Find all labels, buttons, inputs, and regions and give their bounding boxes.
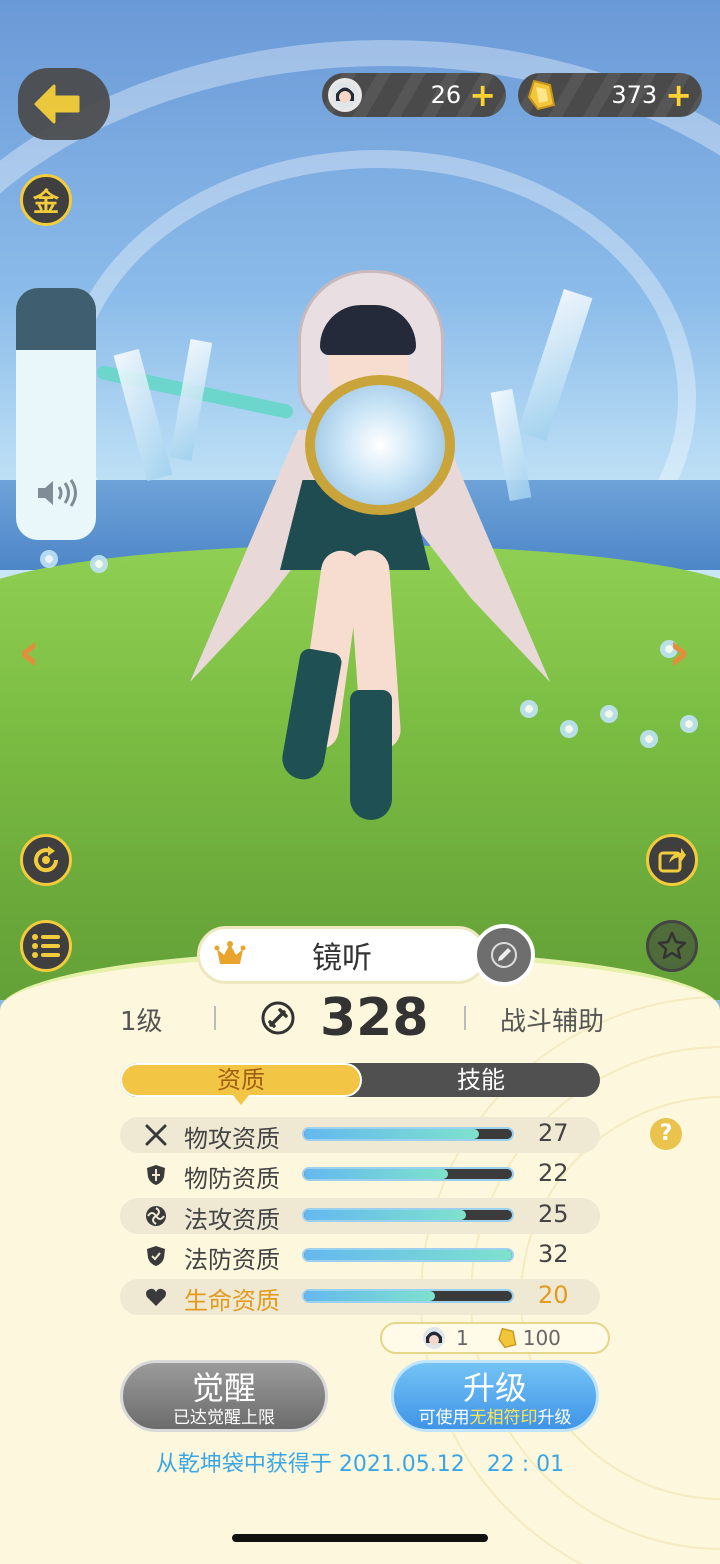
attribute-value: 20 <box>538 1281 569 1309</box>
combat-power: 328 <box>320 988 429 1048</box>
share-button[interactable] <box>646 834 698 886</box>
shield-icon <box>147 1246 165 1266</box>
boot <box>350 690 392 820</box>
attribute-bar-fill <box>304 1210 467 1220</box>
divider <box>464 1006 466 1030</box>
token-count: 26 <box>430 81 462 109</box>
list-icon <box>32 934 60 958</box>
flower <box>640 730 658 748</box>
prev-character-arrow-icon[interactable]: ‹ <box>18 620 40 683</box>
avatar-token-icon <box>328 78 362 112</box>
attribute-row: 法攻资质 25 <box>120 1198 600 1234</box>
attribute-bar <box>302 1208 514 1222</box>
favorite-button[interactable] <box>646 920 698 972</box>
token-cost: 1 <box>456 1326 469 1350</box>
character-scene <box>0 0 720 1000</box>
character-model[interactable] <box>95 250 593 850</box>
flower <box>600 705 618 723</box>
back-arrow-icon <box>34 84 80 124</box>
attribute-value: 27 <box>538 1119 569 1147</box>
attribute-bar-fill <box>304 1250 512 1260</box>
awaken-button[interactable]: 觉醒 已达觉醒上限 <box>120 1360 328 1432</box>
flower <box>90 555 108 573</box>
gold-ingot-icon <box>524 78 558 112</box>
attribute-row: 物防资质 22 <box>120 1157 600 1193</box>
edit-icon <box>491 942 517 968</box>
upgrade-cost: 1 100 <box>380 1322 610 1354</box>
flower <box>680 715 698 733</box>
character-name-box: 镜听 <box>197 926 487 984</box>
crystal-shard <box>517 289 593 441</box>
upgrade-sub-pre: 可使用 <box>418 1408 470 1428</box>
awaken-subtitle: 已达觉醒上限 <box>173 1408 275 1428</box>
speaker-icon <box>34 477 80 516</box>
crown-icon <box>214 941 246 964</box>
help-button[interactable]: ? <box>650 1118 682 1150</box>
attribute-bar-fill <box>304 1169 448 1179</box>
upgrade-title: 升级 <box>462 1369 527 1407</box>
share-icon <box>658 848 686 873</box>
combat-power-icon <box>261 1001 295 1035</box>
attribute-bar <box>302 1289 514 1303</box>
home-indicator[interactable] <box>232 1534 488 1542</box>
divider <box>214 1006 216 1030</box>
attribute-bar <box>302 1127 514 1141</box>
attribute-value: 32 <box>538 1240 569 1268</box>
avatar-token-icon <box>423 1327 445 1349</box>
attribute-bar <box>302 1167 514 1181</box>
attribute-bar <box>302 1248 514 1262</box>
attribute-value: 22 <box>538 1159 569 1187</box>
attribute-row: 物攻资质 27 <box>120 1117 600 1153</box>
rotate-icon <box>34 846 59 873</box>
swords-icon <box>145 1124 167 1146</box>
attribute-label: 法攻资质 <box>184 1206 280 1234</box>
rename-button[interactable] <box>473 924 535 986</box>
gold-button[interactable]: 金 <box>20 174 72 226</box>
gold-char-icon: 金 <box>32 187 59 218</box>
character-role: 战斗辅助 <box>500 1007 605 1037</box>
gold-count: 373 <box>611 81 658 109</box>
tab-skills[interactable]: 技能 <box>362 1063 600 1097</box>
attribute-row: 生命资质 20 <box>120 1279 600 1315</box>
attribute-label: 物攻资质 <box>184 1125 280 1153</box>
flower <box>40 550 58 568</box>
attribute-label: 法防资质 <box>184 1246 280 1274</box>
upgrade-sub-item: 无相符印 <box>469 1408 538 1428</box>
upgrade-subtitle: 可使用无相符印升级 <box>394 1407 596 1429</box>
token-currency[interactable]: 26 + <box>322 73 506 117</box>
attribute-bar-fill <box>304 1129 479 1139</box>
obtained-info: 从乾坤袋中获得于 2021.05.12 22 : 01 <box>155 1452 565 1477</box>
mirror <box>305 375 455 515</box>
upgrade-sub-post: 升级 <box>537 1408 572 1428</box>
gold-cost: 100 <box>522 1326 561 1350</box>
list-button[interactable] <box>20 920 72 972</box>
add-gold-button[interactable]: + <box>665 79 692 111</box>
attribute-value: 25 <box>538 1200 569 1228</box>
attribute-row: 法防资质 32 <box>120 1238 600 1274</box>
back-button[interactable] <box>18 68 110 140</box>
attribute-bar-fill <box>304 1291 436 1301</box>
tab-aptitude[interactable]: 资质 <box>120 1063 362 1105</box>
awaken-title: 觉醒 <box>191 1369 256 1407</box>
volume-slider-track-empty <box>16 288 96 350</box>
swirl-icon <box>146 1206 166 1226</box>
tab-bar: 资质 技能 <box>120 1063 600 1105</box>
heart-icon <box>146 1288 166 1306</box>
rotate-button[interactable] <box>20 834 72 886</box>
star-icon <box>657 931 687 960</box>
gold-ingot-icon <box>497 1327 517 1349</box>
upgrade-button[interactable]: 升级 可使用无相符印升级 <box>391 1360 599 1432</box>
attribute-label: 生命资质 <box>184 1287 280 1315</box>
next-character-arrow-icon[interactable]: › <box>668 620 690 683</box>
attribute-label: 物防资质 <box>184 1165 280 1193</box>
gold-currency[interactable]: 373 + <box>518 73 702 117</box>
add-token-button[interactable]: + <box>469 79 496 111</box>
character-level: 1级 <box>120 1007 163 1037</box>
volume-slider[interactable] <box>16 288 96 540</box>
shield-icon <box>147 1165 165 1185</box>
